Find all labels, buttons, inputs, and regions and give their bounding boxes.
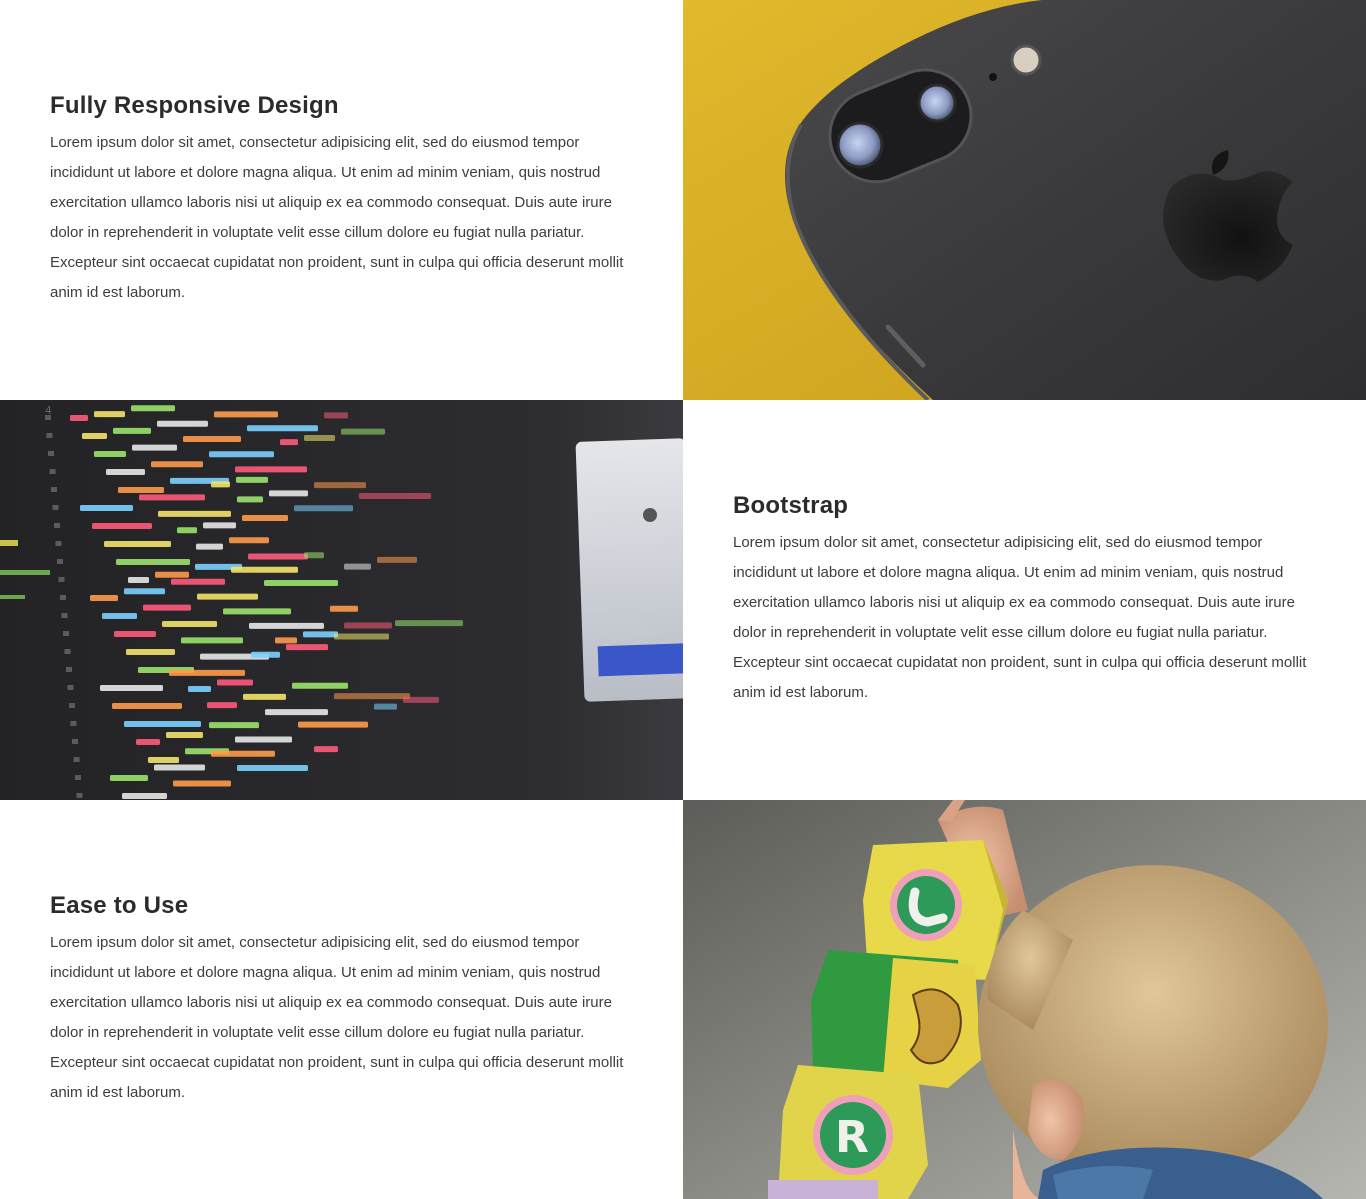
feature-title: Ease to Use (50, 891, 189, 919)
feature-description: Lorem ipsum dolor sit amet, consectetur … (733, 534, 1307, 701)
feature-title: Bootstrap (733, 492, 849, 519)
feature-row-bootstrap: 4 Bootstrap Lorem ipsum dolor sit amet, … (0, 400, 1366, 800)
feature-text-block: Fully Responsive Design Lorem ipsum dolo… (0, 0, 683, 400)
code-editor-image: 4 (0, 400, 683, 800)
child-blocks-image: R (683, 800, 1366, 1199)
feature-title: Fully Responsive Design (50, 92, 339, 119)
feature-description: Lorem ipsum dolor sit amet, consectetur … (50, 933, 624, 1101)
feature-text-block: Bootstrap Lorem ipsum dolor sit amet, co… (683, 400, 1366, 800)
feature-text-block: Ease to Use Lorem ipsum dolor sit amet, … (0, 800, 683, 1199)
svg-text:R: R (835, 1112, 869, 1163)
feature-row-responsive: Fully Responsive Design Lorem ipsum dolo… (0, 0, 1366, 400)
feature-row-ease: Ease to Use Lorem ipsum dolor sit amet, … (0, 800, 1366, 1199)
phone-camera-image (683, 0, 1366, 400)
feature-description: Lorem ipsum dolor sit amet, consectetur … (50, 134, 624, 301)
